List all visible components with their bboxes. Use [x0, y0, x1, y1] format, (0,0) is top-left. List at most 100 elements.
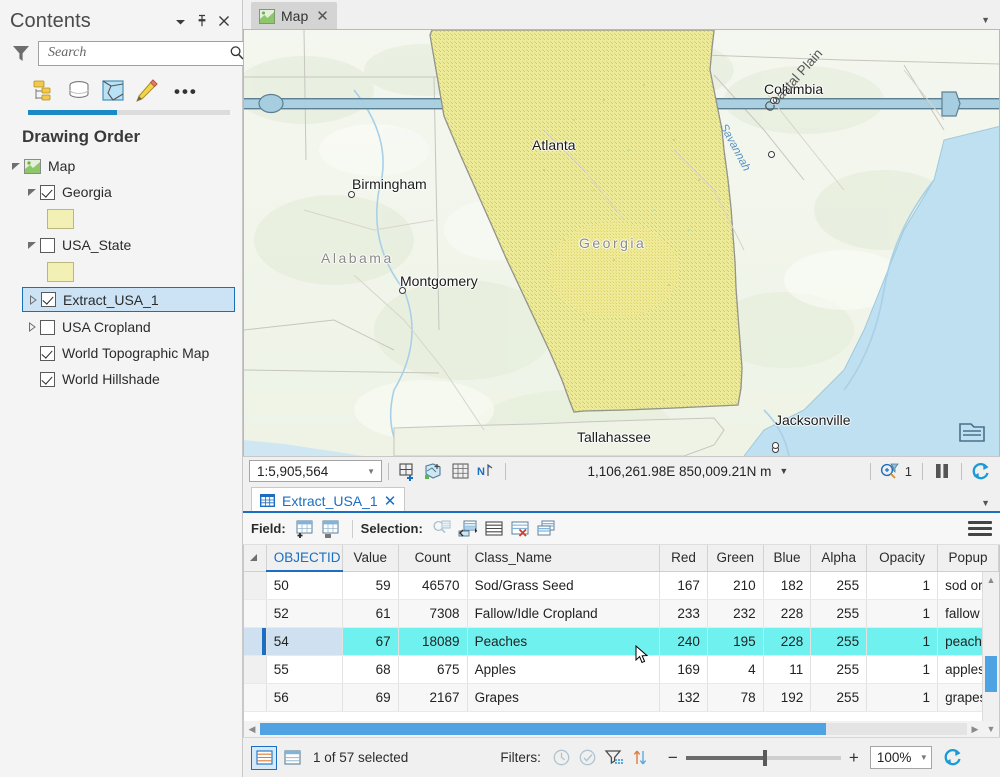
- cell-value[interactable]: 67: [342, 627, 398, 655]
- list-by-drawing-order-icon[interactable]: [28, 75, 62, 107]
- cell-alpha[interactable]: 255: [811, 655, 867, 683]
- cell-red[interactable]: 233: [660, 599, 708, 627]
- show-selected-records-icon[interactable]: [575, 746, 601, 770]
- layer-visibility-checkbox[interactable]: [40, 346, 55, 361]
- tree-item-georgia[interactable]: Georgia: [0, 179, 242, 205]
- table-row[interactable]: 52 61 7308 Fallow/Idle Cropland 233 232 …: [244, 599, 999, 627]
- select-all-icon[interactable]: [481, 517, 507, 541]
- table-zoom-slider[interactable]: − +: [667, 752, 860, 764]
- scroll-left-icon[interactable]: ◀: [244, 724, 260, 735]
- search-input-wrapper[interactable]: ▼: [38, 41, 261, 66]
- filter-funnel-icon[interactable]: [10, 42, 32, 64]
- tree-item-world-hillshade[interactable]: World Hillshade: [0, 366, 242, 392]
- cell-value[interactable]: 68: [342, 655, 398, 683]
- close-icon[interactable]: [214, 11, 234, 31]
- clear-selection-icon[interactable]: [507, 517, 533, 541]
- cell-red[interactable]: 167: [660, 571, 708, 599]
- table-row-selected[interactable]: 54 67 18089 Peaches 240 195 228 255 1 pe…: [244, 627, 999, 655]
- cell-red[interactable]: 240: [660, 627, 708, 655]
- list-by-editing-icon[interactable]: [130, 75, 164, 107]
- cell-opacity[interactable]: 1: [867, 655, 938, 683]
- column-header-opacity[interactable]: Opacity: [867, 545, 938, 571]
- layer-visibility-checkbox[interactable]: [40, 372, 55, 387]
- table-view-icon[interactable]: [251, 746, 277, 770]
- cell-blue[interactable]: 228: [763, 627, 811, 655]
- cell-objectid[interactable]: 55: [266, 655, 342, 683]
- select-features-icon[interactable]: [421, 459, 447, 483]
- tree-item-usa-state[interactable]: USA_State: [0, 232, 242, 258]
- table-row[interactable]: 50 59 46570 Sod/Grass Seed 167 210 182 2…: [244, 571, 999, 599]
- row-selector[interactable]: [244, 627, 266, 655]
- table-row[interactable]: 55 68 675 Apples 169 4 11 255 1 apples: [244, 655, 999, 683]
- cell-opacity[interactable]: 1: [867, 571, 938, 599]
- cell-alpha[interactable]: 255: [811, 571, 867, 599]
- switch-selection-icon[interactable]: [455, 517, 481, 541]
- more-options-icon[interactable]: •••: [174, 83, 198, 100]
- row-selector[interactable]: [244, 655, 266, 683]
- expander-expanded-icon[interactable]: [24, 237, 40, 253]
- column-header-value[interactable]: Value: [342, 545, 398, 571]
- cell-objectid[interactable]: 54: [266, 627, 342, 655]
- cell-green[interactable]: 195: [707, 627, 763, 655]
- cell-objectid[interactable]: 56: [266, 683, 342, 711]
- cell-objectid[interactable]: 50: [266, 571, 342, 599]
- selection-zoom-icon[interactable]: [877, 459, 903, 483]
- layer-visibility-checkbox[interactable]: [40, 185, 55, 200]
- column-header-blue[interactable]: Blue: [763, 545, 811, 571]
- chevron-down-icon[interactable]: ▼: [367, 467, 378, 476]
- tab-overflow-caret-icon[interactable]: ▼: [981, 15, 990, 25]
- scroll-thumb[interactable]: [260, 723, 826, 735]
- cell-alpha[interactable]: 255: [811, 683, 867, 711]
- expander-expanded-icon[interactable]: [24, 184, 40, 200]
- zoom-slider-knob[interactable]: [763, 750, 767, 766]
- cell-class-name[interactable]: Fallow/Idle Cropland: [467, 599, 660, 627]
- table-row[interactable]: 56 69 2167 Grapes 132 78 192 255 1 grape…: [244, 683, 999, 711]
- calculate-field-icon[interactable]: [318, 517, 344, 541]
- list-by-data-source-icon[interactable]: [62, 75, 96, 107]
- column-header-count[interactable]: Count: [398, 545, 467, 571]
- symbol-swatch[interactable]: [47, 209, 74, 229]
- table-options-icon[interactable]: [968, 518, 992, 540]
- close-icon[interactable]: ✕: [316, 7, 329, 25]
- basemap-gallery-icon[interactable]: [955, 418, 989, 448]
- cell-class-name[interactable]: Sod/Grass Seed: [467, 571, 660, 599]
- coordinates-units-caret-icon[interactable]: ▼: [779, 466, 788, 476]
- column-header-red[interactable]: Red: [660, 545, 708, 571]
- refresh-icon[interactable]: [968, 459, 994, 483]
- scroll-up-icon[interactable]: ▲: [983, 572, 999, 588]
- cell-alpha[interactable]: 255: [811, 627, 867, 655]
- cell-value[interactable]: 59: [342, 571, 398, 599]
- sort-icon[interactable]: [627, 746, 653, 770]
- pause-drawing-icon[interactable]: [929, 459, 955, 483]
- layer-visibility-checkbox[interactable]: [41, 292, 56, 307]
- cell-class-name[interactable]: Apples: [467, 655, 660, 683]
- cell-class-name[interactable]: Peaches: [467, 627, 660, 655]
- scroll-down-icon[interactable]: ▼: [983, 724, 999, 734]
- cell-blue[interactable]: 182: [763, 571, 811, 599]
- field-view-icon[interactable]: [279, 746, 305, 770]
- add-field-icon[interactable]: [292, 517, 318, 541]
- show-all-records-icon[interactable]: [549, 746, 575, 770]
- tree-item-map[interactable]: Map: [0, 153, 242, 179]
- cell-count[interactable]: 2167: [398, 683, 467, 711]
- tab-map[interactable]: Map ✕: [251, 2, 337, 30]
- refresh-icon[interactable]: [940, 746, 966, 770]
- cell-objectid[interactable]: 52: [266, 599, 342, 627]
- search-input[interactable]: [46, 44, 228, 62]
- cell-count[interactable]: 675: [398, 655, 467, 683]
- cell-opacity[interactable]: 1: [867, 683, 938, 711]
- column-header-popup[interactable]: Popup: [938, 545, 999, 571]
- layer-visibility-checkbox[interactable]: [40, 320, 55, 335]
- cell-green[interactable]: 78: [707, 683, 763, 711]
- grid-icon[interactable]: [447, 459, 473, 483]
- scroll-right-icon[interactable]: ▶: [967, 724, 983, 735]
- copy-selection-icon[interactable]: [533, 517, 559, 541]
- cell-green[interactable]: 210: [707, 571, 763, 599]
- pin-icon[interactable]: [192, 11, 212, 31]
- table-horizontal-scrollbar[interactable]: ◀ ▶ ▼: [243, 721, 1000, 737]
- select-all-corner[interactable]: [244, 545, 266, 571]
- cell-green[interactable]: 232: [707, 599, 763, 627]
- contents-toolbar-scrollbar[interactable]: [28, 110, 230, 115]
- column-header-alpha[interactable]: Alpha: [811, 545, 867, 571]
- map-scale-combo[interactable]: 1:5,905,564 ▼: [249, 460, 382, 482]
